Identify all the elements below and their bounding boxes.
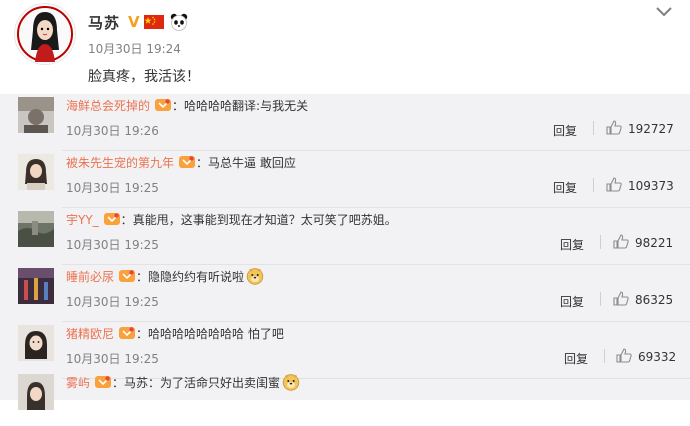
comment-item: 被朱先生宠的第九年 ： 马总牛逼 敢回应 10月30日 19:25 回复 109… bbox=[0, 151, 690, 208]
like-count: 69332 bbox=[638, 350, 677, 364]
comment-separator: ： bbox=[196, 155, 209, 170]
reply-button[interactable]: 回复 bbox=[553, 122, 577, 139]
thumbs-up-icon[interactable] bbox=[613, 234, 629, 249]
action-divider bbox=[600, 292, 601, 306]
post-timestamp[interactable]: 10月30日 19:24 bbox=[88, 40, 181, 57]
author-avatar[interactable] bbox=[14, 3, 76, 65]
member-badge-icon bbox=[119, 327, 136, 339]
like-count: 98221 bbox=[635, 236, 674, 250]
comment-timestamp: 10月30日 19:25 bbox=[66, 181, 159, 195]
comment-timestamp: 10月30日 19:25 bbox=[66, 295, 159, 309]
action-divider bbox=[593, 121, 594, 135]
member-badge-icon bbox=[155, 99, 172, 111]
comment-timestamp: 10月30日 19:26 bbox=[66, 124, 159, 138]
weibo-post: 马苏 V 10月30日 19:24 脸真疼，我活该！ bbox=[0, 0, 690, 94]
member-badge-icon bbox=[103, 213, 120, 225]
comment-username[interactable]: 宇YY_ bbox=[66, 211, 99, 228]
comment-separator: ： bbox=[136, 326, 149, 341]
comment-line: 睡前必尿 ： 隐隐约约有听说啦 bbox=[66, 267, 264, 285]
comment-text: 哈哈哈哈翻译:与我无关 bbox=[184, 98, 309, 113]
commenter-avatar[interactable] bbox=[18, 211, 54, 247]
action-divider bbox=[604, 349, 605, 363]
commenter-avatar[interactable] bbox=[18, 325, 54, 361]
verified-badge-icon: V bbox=[128, 13, 140, 31]
comment-item: 海鲜总会死掉的 ： 哈哈哈哈翻译:与我无关 10月30日 19:26 回复 19… bbox=[0, 94, 690, 151]
comment-separator: ： bbox=[136, 269, 149, 284]
commenter-avatar[interactable] bbox=[18, 154, 54, 190]
member-badge-icon bbox=[95, 376, 112, 388]
chevron-down-icon[interactable] bbox=[655, 5, 673, 19]
comment-username[interactable]: 雾屿 bbox=[66, 374, 90, 391]
commenter-avatar[interactable] bbox=[18, 268, 54, 304]
thumbs-up-icon[interactable] bbox=[606, 177, 622, 192]
thumbs-up-icon[interactable] bbox=[616, 348, 632, 363]
action-divider bbox=[600, 235, 601, 249]
china-flag-icon bbox=[143, 15, 164, 29]
comment-item: 宇YY_ ： 真能甩，这事能到现在才知道？太可笑了吧苏姐。 10月30日 19:… bbox=[0, 208, 690, 265]
doge-emoji-icon bbox=[282, 374, 300, 391]
thumbs-up-icon[interactable] bbox=[613, 291, 629, 306]
like-count: 109373 bbox=[628, 179, 674, 193]
comment-line: 宇YY_ ： 真能甩，这事能到现在才知道？太可笑了吧苏姐。 bbox=[66, 210, 397, 228]
comment-text: 哈哈哈哈哈哈哈哈 怕了吧 bbox=[148, 326, 284, 341]
reply-button[interactable]: 回复 bbox=[560, 236, 584, 253]
author-name[interactable]: 马苏 bbox=[88, 12, 120, 33]
comment-username[interactable]: 被朱先生宠的第九年 bbox=[66, 154, 174, 171]
comment-line: 被朱先生宠的第九年 ： 马总牛逼 敢回应 bbox=[66, 153, 296, 171]
comment-separator: ： bbox=[172, 98, 185, 113]
panda-icon bbox=[170, 13, 187, 31]
commenter-avatar[interactable] bbox=[18, 97, 54, 133]
comment-text: 真能甩，这事能到现在才知道？太可笑了吧苏姐。 bbox=[132, 212, 397, 227]
author-row: 马苏 V bbox=[88, 11, 188, 33]
comment-item: 睡前必尿 ： 隐隐约约有听说啦 10月30日 19:25 回复 86325 bbox=[0, 265, 690, 322]
comment-text: 隐隐约约有听说啦 bbox=[148, 269, 245, 284]
post-content: 脸真疼，我活该！ bbox=[88, 69, 200, 85]
comment-username[interactable]: 海鲜总会死掉的 bbox=[66, 97, 150, 114]
reply-button[interactable]: 回复 bbox=[564, 350, 588, 367]
comment-username[interactable]: 睡前必尿 bbox=[66, 268, 114, 285]
comment-line: 雾屿 ： 马苏：为了活命只好出卖闺蜜 bbox=[66, 373, 300, 391]
reply-button[interactable]: 回复 bbox=[553, 179, 577, 196]
comment-line: 猪精欧尼 ： 哈哈哈哈哈哈哈哈 怕了吧 bbox=[66, 324, 284, 342]
comment-separator: ： bbox=[112, 375, 125, 390]
comment-text: 马总牛逼 敢回应 bbox=[208, 155, 296, 170]
member-badge-icon bbox=[119, 270, 136, 282]
reply-button[interactable]: 回复 bbox=[560, 293, 584, 310]
comment-timestamp: 10月30日 19:25 bbox=[66, 238, 159, 252]
comment-separator: ： bbox=[120, 212, 133, 227]
like-count: 192727 bbox=[628, 122, 674, 136]
comment-text: 马苏：为了活命只好出卖闺蜜 bbox=[124, 375, 281, 390]
commenter-avatar[interactable] bbox=[18, 374, 54, 410]
comment-username[interactable]: 猪精欧尼 bbox=[66, 325, 114, 342]
thumbs-up-icon[interactable] bbox=[606, 120, 622, 135]
doge-emoji-icon bbox=[246, 268, 264, 285]
member-badge-icon bbox=[179, 156, 196, 168]
comment-line: 海鲜总会死掉的 ： 哈哈哈哈翻译:与我无关 bbox=[66, 96, 308, 114]
action-divider bbox=[593, 178, 594, 192]
comment-list: 海鲜总会死掉的 ： 哈哈哈哈翻译:与我无关 10月30日 19:26 回复 19… bbox=[0, 94, 690, 410]
comment-item: 雾屿 ： 马苏：为了活命只好出卖闺蜜 bbox=[0, 369, 690, 426]
comment-timestamp: 10月30日 19:25 bbox=[66, 352, 159, 366]
like-count: 86325 bbox=[635, 293, 674, 307]
